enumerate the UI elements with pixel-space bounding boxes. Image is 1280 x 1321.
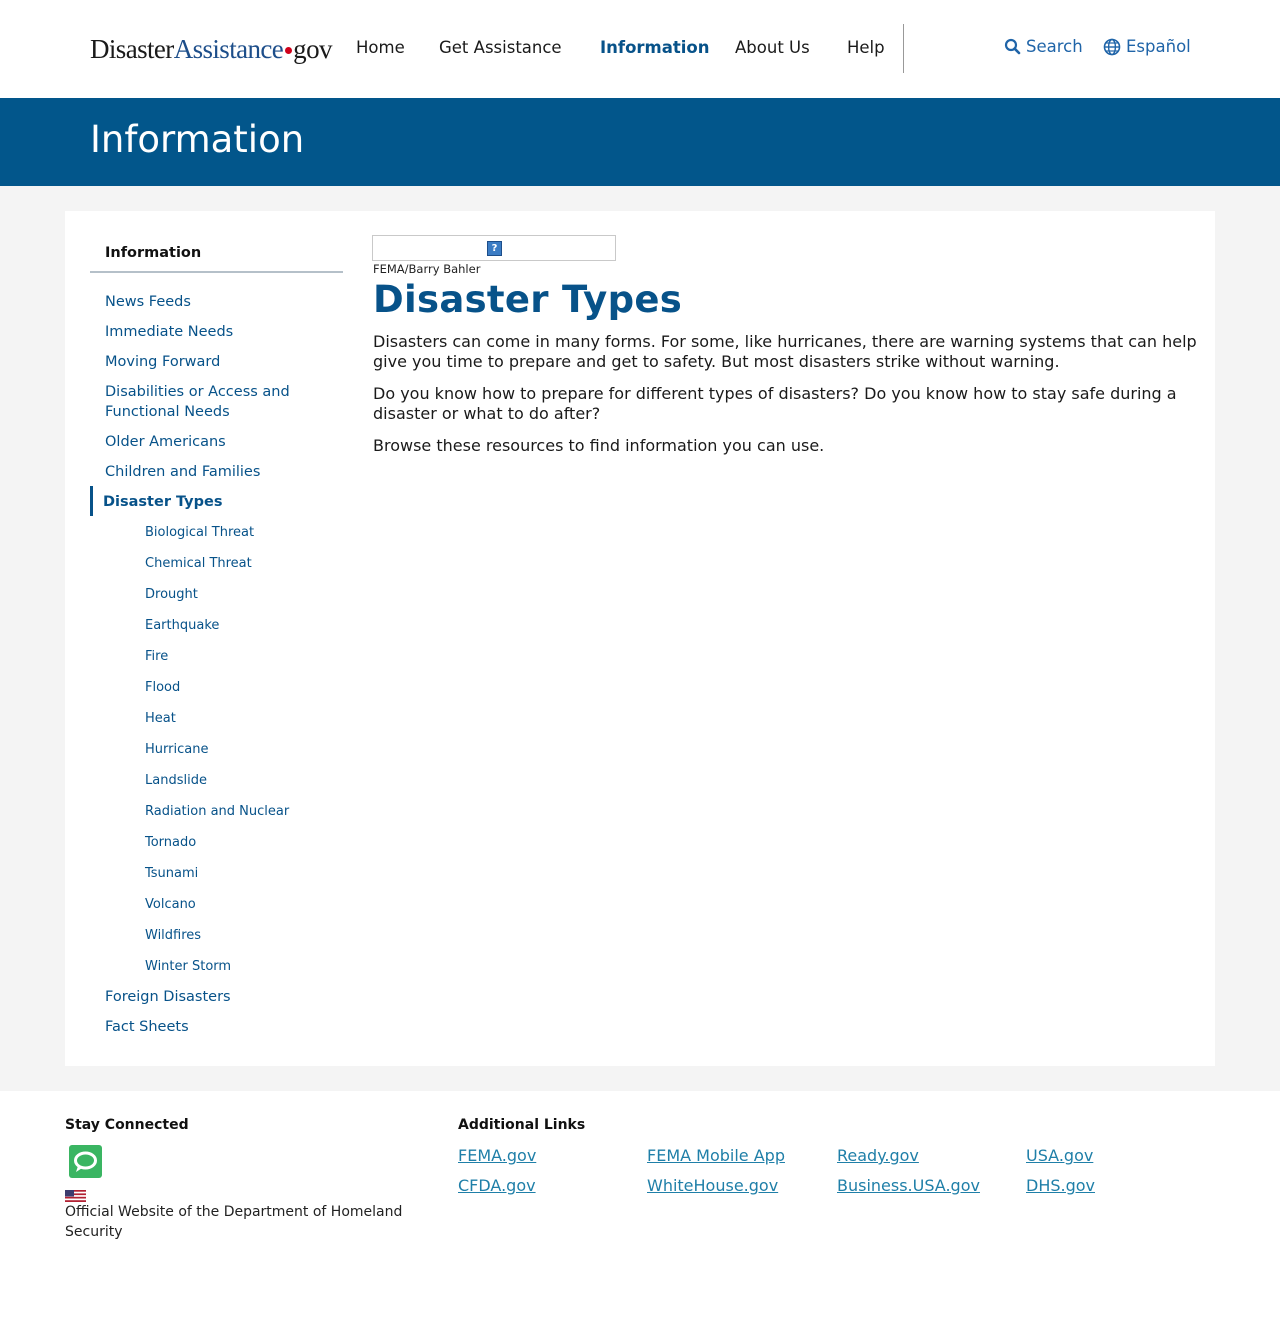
additional-links-title: Additional Links [458,1117,586,1133]
footer-link-cfda[interactable]: CFDA.gov [458,1176,536,1195]
sidebar-subitem-wildfires[interactable]: Wildfires [145,927,201,945]
language-label: Español [1126,37,1191,56]
search-icon [1004,38,1021,55]
sidebar-item-older-americans[interactable]: Older Americans [105,432,325,452]
sidebar-subitem-chemical-threat[interactable]: Chemical Threat [145,555,252,573]
sidebar-item-immediate-needs[interactable]: Immediate Needs [105,322,325,342]
sidebar-item-moving-forward[interactable]: Moving Forward [105,352,325,372]
banner-title: Information [90,118,305,161]
logo-text-disaster: Disaster [90,34,174,64]
sidebar-item-news-feeds[interactable]: News Feeds [105,292,325,312]
sidebar-subitem-tornado[interactable]: Tornado [145,834,196,852]
sidebar-active-marker [90,486,93,516]
sidebar-subitem-earthquake[interactable]: Earthquake [145,617,219,635]
sidebar-subitem-heat[interactable]: Heat [145,710,176,728]
sidebar-subitem-hurricane[interactable]: Hurricane [145,741,208,759]
nav-about-us[interactable]: About Us [735,38,810,62]
site-logo[interactable]: DisasterAssistance gov [90,33,332,65]
sidebar-item-disaster-types[interactable]: Disaster Types [103,492,323,512]
logo-text-gov: gov [293,34,332,64]
broken-image-placeholder: ? [372,235,616,261]
footer-link-business-usa[interactable]: Business.USA.gov [837,1176,980,1195]
question-paragraph: Do you know how to prepare for different… [373,384,1177,423]
site-header: DisasterAssistance gov Home Get Assistanc… [0,0,1280,98]
sidebar-item-disabilities[interactable]: Disabilities or Access and Functional Ne… [105,382,305,422]
sidebar-subitem-fire[interactable]: Fire [145,648,168,666]
stay-connected-title: Stay Connected [65,1117,189,1133]
nav-help[interactable]: Help [847,38,885,62]
logo-dot [285,46,293,54]
logo-text-assistance: Assistance [173,34,284,64]
nav-get-assistance[interactable]: Get Assistance [439,38,562,62]
sidebar-subitem-flood[interactable]: Flood [145,679,180,697]
sidebar-title: Information [105,245,202,261]
page-title: Disaster Types [373,278,683,321]
footer-link-fema[interactable]: FEMA.gov [458,1146,536,1165]
sidebar-subitem-winter-storm[interactable]: Winter Storm [145,958,231,976]
sidebar-subitem-radiation-nuclear[interactable]: Radiation and Nuclear [145,803,289,821]
sidebar-subitem-volcano[interactable]: Volcano [145,896,196,914]
official-website-text: Official Website of the Department of Ho… [65,1204,403,1240]
footer-link-usa[interactable]: USA.gov [1026,1146,1093,1165]
nav-information[interactable]: Information [600,38,710,62]
sidebar-subitem-biological-threat[interactable]: Biological Threat [145,524,254,542]
sidebar-item-foreign-disasters[interactable]: Foreign Disasters [105,987,325,1007]
page-banner: Information [0,98,1280,186]
chat-icon[interactable] [69,1145,102,1178]
footer-link-fema-mobile-app[interactable]: FEMA Mobile App [647,1146,785,1165]
footer-link-dhs[interactable]: DHS.gov [1026,1176,1095,1195]
language-link[interactable]: Español [1103,37,1191,56]
footer-link-whitehouse[interactable]: WhiteHouse.gov [647,1176,778,1195]
search-label: Search [1026,37,1083,56]
sidebar-subitem-drought[interactable]: Drought [145,586,198,604]
nav-home[interactable]: Home [356,38,405,62]
broken-image-icon: ? [487,241,502,256]
sidebar-subitem-landslide[interactable]: Landslide [145,772,207,790]
image-credit: FEMA/Barry Bahler [373,262,481,276]
search-link[interactable]: Search [1004,37,1083,56]
footer-link-ready[interactable]: Ready.gov [837,1146,919,1165]
us-flag-icon [65,1187,86,1202]
header-divider [903,24,904,73]
globe-icon [1103,38,1121,56]
sidebar-item-fact-sheets[interactable]: Fact Sheets [105,1017,325,1037]
browse-paragraph: Browse these resources to find informati… [373,436,825,455]
intro-paragraph: Disasters can come in many forms. For so… [373,332,1197,371]
sidebar-divider [90,271,343,273]
sidebar-item-children-families[interactable]: Children and Families [105,462,325,482]
sidebar-subitem-tsunami[interactable]: Tsunami [145,865,198,883]
